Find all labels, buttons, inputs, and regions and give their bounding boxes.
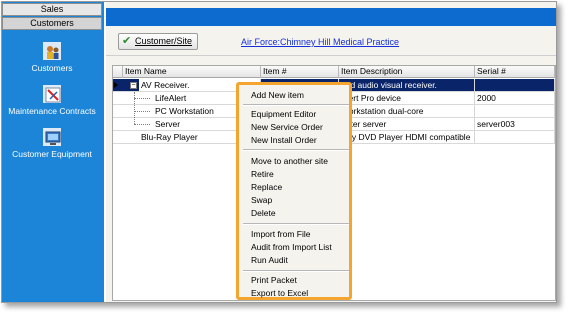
nav-item-customer-equipment[interactable]: Customer Equipment bbox=[2, 128, 102, 159]
nav-item-label: Customer Equipment bbox=[12, 149, 92, 159]
customers-icon bbox=[43, 42, 61, 60]
column-header-item-description[interactable]: Item Description bbox=[339, 66, 475, 78]
header-bar bbox=[106, 8, 556, 26]
header-indicator-cell bbox=[113, 66, 123, 78]
cell-serial-number[interactable]: 2000 bbox=[475, 92, 555, 104]
tree-connector-line bbox=[134, 111, 150, 112]
cell-item-description[interactable]: Alert Pro device bbox=[339, 92, 475, 104]
cell-item-description[interactable]: Ray DVD Player HDMI compatible bbox=[339, 131, 475, 143]
menu-item-retire[interactable]: Retire bbox=[251, 169, 274, 180]
context-menu: Add New item Equipment Editor New Servic… bbox=[236, 82, 352, 300]
menu-item-new-service-order[interactable]: New Service Order bbox=[251, 122, 323, 133]
menu-separator bbox=[243, 104, 349, 106]
column-header-serial-number[interactable]: Serial # bbox=[475, 66, 555, 78]
menu-separator bbox=[243, 223, 349, 225]
tree-connector-line bbox=[134, 92, 135, 124]
nav-item-customers[interactable]: Customers bbox=[2, 42, 102, 73]
menu-item-equipment-editor[interactable]: Equipment Editor bbox=[251, 109, 316, 120]
menu-item-add-new-item[interactable]: Add New item bbox=[251, 90, 304, 101]
nav-tab-sales[interactable]: Sales bbox=[2, 3, 102, 16]
nav-item-label: Maintenance Contracts bbox=[8, 106, 96, 116]
cell-serial-number[interactable]: server003 bbox=[475, 118, 555, 130]
menu-item-run-audit[interactable]: Run Audit bbox=[251, 255, 288, 266]
cell-item-description[interactable]: end audio visual receiver. bbox=[339, 79, 475, 91]
menu-item-import-from-file[interactable]: Import from File bbox=[251, 229, 311, 240]
tree-connector-line bbox=[134, 124, 150, 125]
nav-tab-customers[interactable]: Customers bbox=[2, 17, 102, 30]
cell-serial-number[interactable] bbox=[475, 79, 555, 91]
left-navigation-pane: Sales Customers Customers Maintenance Co… bbox=[2, 2, 104, 302]
check-icon: ✔ bbox=[122, 35, 132, 47]
application-window: Sales Customers Customers Maintenance Co… bbox=[1, 1, 557, 303]
menu-item-new-install-order[interactable]: New Install Order bbox=[251, 135, 317, 146]
menu-item-replace[interactable]: Replace bbox=[251, 182, 282, 193]
collapse-icon[interactable]: − bbox=[130, 82, 137, 89]
customer-site-button[interactable]: ✔ Customer/Site bbox=[118, 33, 198, 50]
cell-serial-number[interactable] bbox=[475, 105, 555, 117]
menu-item-export-to-excel[interactable]: Export to Excel bbox=[251, 288, 308, 299]
menu-item-print-packet[interactable]: Print Packet bbox=[251, 275, 297, 286]
cell-item-description[interactable]: outer server bbox=[339, 118, 475, 130]
grid-header: Item Name Item # Item Description Serial… bbox=[113, 66, 555, 78]
menu-item-delete[interactable]: Delete bbox=[251, 208, 276, 219]
nav-item-maintenance-contracts[interactable]: Maintenance Contracts bbox=[2, 85, 102, 116]
cell-serial-number[interactable] bbox=[475, 131, 555, 143]
maintenance-contracts-icon bbox=[43, 85, 61, 103]
row-indicator-icon bbox=[114, 82, 118, 88]
customer-equipment-icon bbox=[43, 128, 61, 146]
tree-connector-line bbox=[134, 98, 150, 99]
column-header-item-number[interactable]: Item # bbox=[261, 66, 339, 78]
column-header-item-name[interactable]: Item Name bbox=[123, 66, 261, 78]
cell-item-description[interactable]: Workstation dual-core bbox=[339, 105, 475, 117]
menu-item-audit-from-import-list[interactable]: Audit from Import List bbox=[251, 242, 332, 253]
menu-item-swap[interactable]: Swap bbox=[251, 195, 272, 206]
menu-item-move-to-another-site[interactable]: Move to another site bbox=[251, 156, 328, 167]
nav-item-label: Customers bbox=[31, 63, 73, 73]
menu-separator bbox=[243, 149, 349, 151]
menu-separator bbox=[243, 270, 349, 272]
site-link[interactable]: Air Force:Chimney Hill Medical Practice bbox=[241, 37, 399, 47]
toolbar: ✔ Customer/Site Air Force:Chimney Hill M… bbox=[106, 28, 556, 56]
